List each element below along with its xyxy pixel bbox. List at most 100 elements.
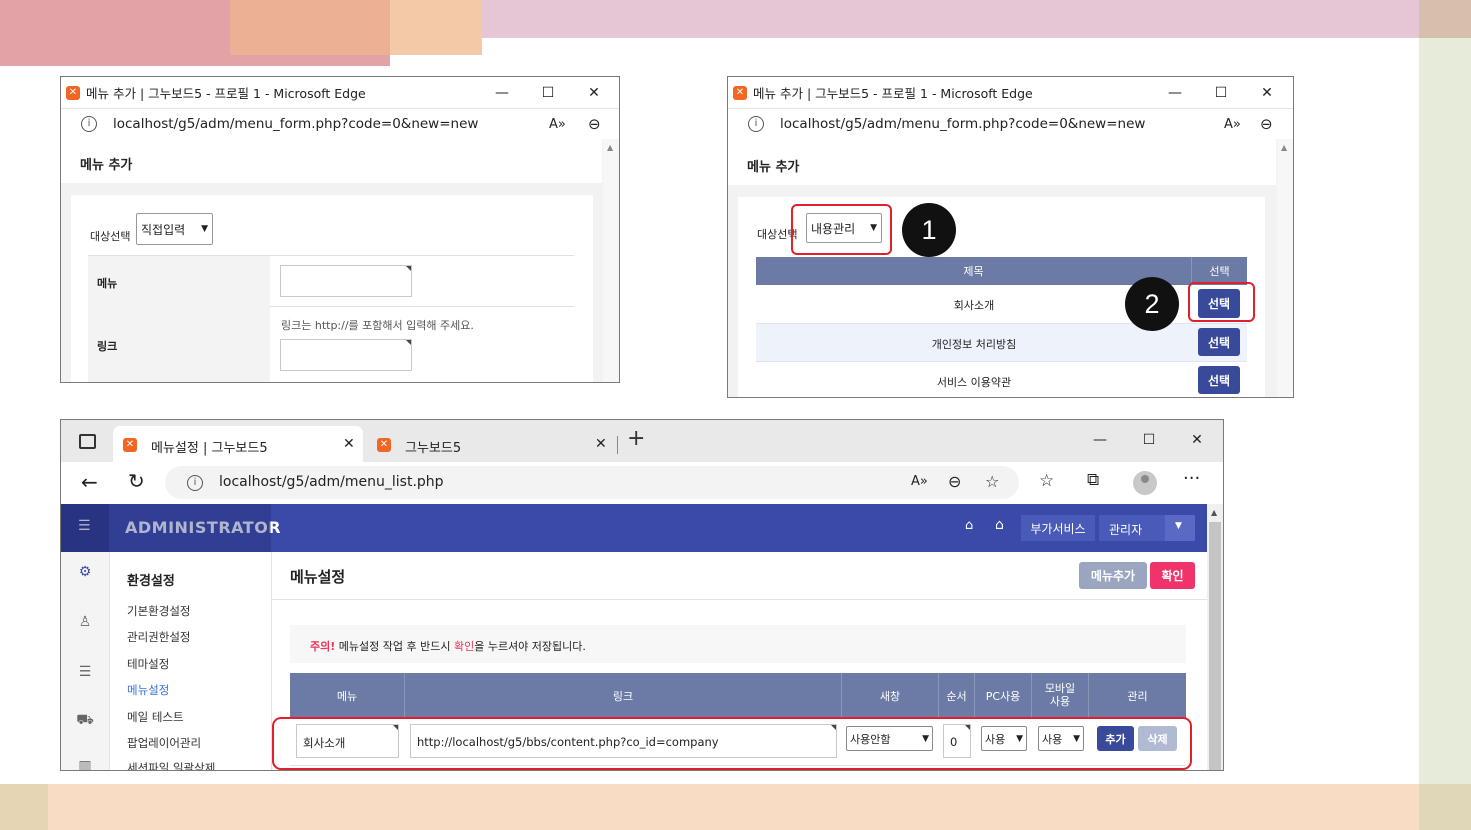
tab-label: 그누보드5 [405, 441, 462, 456]
close-icon[interactable]: ✕ [1174, 422, 1220, 458]
sidebar-section-title: 환경설정 [127, 574, 175, 589]
tab-strip: ✕ 메뉴설정 | 그누보드5 ✕ ✕ 그누보드5 ✕ + — ☐ ✕ [61, 420, 1223, 462]
select-button[interactable]: 선택 [1198, 328, 1240, 356]
minimize-icon[interactable]: — [1077, 422, 1123, 458]
highlight-target-select [791, 204, 892, 255]
url-text: localhost/g5/adm/menu_form.php?code=0&ne… [780, 116, 1146, 132]
user-menu-toggle[interactable]: ▼ [1165, 515, 1195, 541]
read-aloud-icon[interactable]: A» [911, 474, 928, 489]
refresh-icon[interactable]: ↻ [128, 469, 145, 493]
minimize-icon[interactable]: — [1152, 77, 1198, 108]
highlight-select-button [1188, 282, 1255, 322]
window-title: 메뉴 추가 | 그누보드5 - 프로필 1 - Microsoft Edge [753, 86, 1033, 101]
new-tab-button[interactable]: + [627, 426, 645, 451]
read-aloud-icon[interactable]: A» [549, 117, 566, 132]
sidebar-item-theme[interactable]: 테마설정 [127, 656, 169, 672]
avatar-head [1141, 475, 1149, 483]
scroll-up-icon[interactable]: ▲ [1281, 143, 1287, 152]
add-menu-button[interactable]: 메뉴추가 [1079, 562, 1147, 589]
link-help-text: 링크는 http://를 포함해서 입력해 주세요. [281, 319, 474, 332]
maximize-icon[interactable]: ☐ [525, 77, 571, 108]
address-bar[interactable]: i localhost/g5/adm/menu_list.php A» ⊖ ☆ [165, 466, 1019, 499]
deco-block-2 [230, 0, 390, 55]
user-icon[interactable]: ♙ [61, 614, 109, 630]
chart-icon[interactable]: ▥ [61, 758, 109, 770]
tab-close-icon[interactable]: ✕ [343, 436, 355, 452]
col-header-title: 제목 [756, 257, 1192, 285]
close-icon[interactable]: ✕ [571, 77, 617, 108]
scrollbar[interactable]: ▲ [603, 139, 619, 382]
sidebar-item-basic[interactable]: 기본환경설정 [127, 603, 190, 619]
heading-bar: 메뉴 추가 [728, 139, 1276, 185]
tab-menu-settings[interactable]: ✕ 메뉴설정 | 그누보드5 ✕ [113, 426, 363, 462]
sidebar-item-menu[interactable]: 메뉴설정 [127, 682, 169, 698]
scrollbar[interactable]: ▲ [1277, 139, 1293, 397]
col-header-menu: 메뉴 [290, 673, 405, 718]
user-menu-label: 관리자 [1109, 523, 1143, 537]
xampp-logo-icon: ✕ [377, 438, 391, 452]
address-bar[interactable]: i localhost/g5/adm/menu_form.php?code=0&… [61, 108, 619, 140]
sidebar-item-popup[interactable]: 팝업레이어관리 [127, 735, 201, 751]
tab-close-icon[interactable]: ✕ [595, 436, 607, 452]
favorites-icon[interactable]: ☆ [1039, 471, 1054, 491]
menu-input[interactable] [280, 265, 412, 297]
addon-button[interactable]: 부가서비스 [1021, 515, 1095, 541]
notice-text: 주의! 메뉴설정 작업 후 반드시 확인을 누르셔야 저장됩니다. [310, 638, 586, 654]
cart-icon[interactable]: ⛟ [61, 712, 109, 730]
select-button[interactable]: 선택 [1198, 366, 1240, 394]
link-input[interactable] [280, 339, 412, 371]
link-label: 링크 [97, 340, 118, 353]
xampp-logo-icon: ✕ [733, 85, 747, 100]
gear-icon[interactable]: ⚙ [61, 564, 109, 580]
list-icon[interactable]: ☰ [61, 664, 109, 680]
collections-icon[interactable]: ⧉ [1087, 470, 1099, 490]
menu-label: 메뉴 [97, 277, 118, 290]
address-bar[interactable]: i localhost/g5/adm/menu_form.php?code=0&… [728, 108, 1293, 140]
step-marker-1: 1 [902, 203, 956, 257]
xampp-logo-icon: ✕ [66, 85, 80, 100]
col-header-new-window: 새창 [842, 673, 939, 718]
sidebar-item-mail-test[interactable]: 메일 테스트 [127, 709, 184, 725]
sidebar-item-permissions[interactable]: 관리권한설정 [127, 629, 190, 645]
browser-toolbar: ← ↻ i localhost/g5/adm/menu_list.php A» … [61, 462, 1223, 505]
content-table: 제목 선택 회사소개 선택 개인정보 처리방침 선택 서비스 이용약관 선택 [756, 257, 1247, 397]
page-area: 메뉴 추가 ▲ 대상선택 내용관리 ▼ 제목 선택 회사소개 선택 개인정보 처리… [728, 139, 1293, 397]
confirm-button[interactable]: 확인 [1150, 562, 1195, 589]
shop-icon[interactable]: ⌂ [965, 518, 973, 533]
sidebar-item-session[interactable]: 세션파일 일괄삭제 [127, 760, 215, 770]
link-row: 링크 링크는 http://를 포함해서 입력해 주세요. [88, 306, 574, 382]
target-select[interactable]: 직접입력 ▼ [136, 213, 213, 245]
back-icon[interactable]: ← [81, 470, 98, 494]
maximize-icon[interactable]: ☐ [1198, 77, 1244, 108]
scroll-up-icon[interactable]: ▲ [607, 143, 613, 152]
zoom-out-icon[interactable]: ⊖ [1260, 115, 1273, 133]
col-header-manage: 관리 [1089, 673, 1186, 718]
zoom-out-icon[interactable]: ⊖ [588, 115, 601, 133]
scroll-thumb[interactable] [1209, 522, 1221, 770]
avatar[interactable] [1133, 471, 1157, 495]
read-aloud-icon[interactable]: A» [1224, 117, 1241, 132]
zoom-out-icon[interactable]: ⊖ [948, 472, 961, 491]
page-scrollbar[interactable]: ▲ [1207, 504, 1223, 770]
page-title: 메뉴설정 [290, 568, 346, 586]
user-menu-button[interactable]: 관리자 [1099, 515, 1165, 541]
admin-header: ☰ ADMINISTRATOR ⌂ ⌂ 부가서비스 관리자 ▼ [61, 504, 1207, 552]
deco-block-3 [390, 0, 482, 55]
tab-gnuboard[interactable]: ✕ 그누보드5 ✕ [367, 426, 617, 462]
maximize-icon[interactable]: ☐ [1126, 422, 1172, 458]
deco-bottom-band [0, 784, 1471, 830]
url-text: localhost/g5/adm/menu_list.php [219, 474, 444, 490]
page-area: 메뉴 추가 ▲ 대상선택 직접입력 ▼ 메뉴 링크 링크는 http://를 포함… [61, 139, 619, 382]
notice-highlight: 확인 [453, 640, 475, 653]
close-icon[interactable]: ✕ [1244, 77, 1290, 108]
minimize-icon[interactable]: — [479, 77, 525, 108]
add-favorite-icon[interactable]: ☆ [985, 472, 999, 491]
scroll-up-icon[interactable]: ▲ [1211, 508, 1217, 517]
tab-actions-icon[interactable] [79, 434, 96, 449]
deco-bottom-left [0, 784, 48, 830]
deco-bottom-right [1419, 784, 1471, 830]
more-icon[interactable]: ··· [1183, 468, 1200, 489]
notice-mid: 메뉴설정 작업 후 반드시 [335, 640, 454, 653]
window-title: 메뉴 추가 | 그누보드5 - 프로필 1 - Microsoft Edge [86, 86, 366, 101]
home-icon[interactable]: ⌂ [995, 517, 1004, 533]
